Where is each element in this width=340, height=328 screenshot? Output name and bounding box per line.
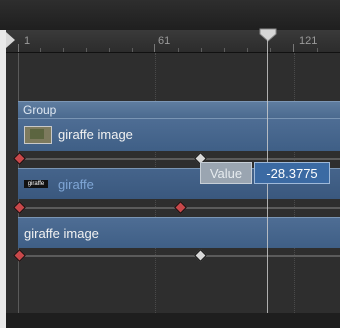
curve-line <box>18 255 340 257</box>
ruler-tick <box>132 48 133 52</box>
group-title: Group <box>23 103 57 117</box>
layer-name: giraffe image <box>24 226 99 241</box>
ruler-tick <box>86 48 87 52</box>
value-field[interactable]: -28.3775 <box>254 162 330 184</box>
toolbar <box>0 0 340 30</box>
ruler-tick <box>109 48 110 52</box>
ruler-label-121: 121 <box>299 35 318 47</box>
keyframe-curve-row[interactable] <box>13 201 340 215</box>
ruler-tick <box>247 48 248 52</box>
ruler-tick <box>224 48 225 52</box>
ruler-label-1: 1 <box>24 35 31 47</box>
ruler-label-61: 61 <box>158 35 171 47</box>
layer-row-giraffe-image[interactable]: giraffe image <box>18 118 340 151</box>
ruler-tick <box>63 48 64 52</box>
ruler-tick <box>293 44 294 52</box>
playhead-icon[interactable] <box>259 28 277 42</box>
layer-name: giraffe image <box>58 127 133 142</box>
ruler-tick <box>317 48 318 52</box>
value-editor[interactable]: Value -28.3775 <box>200 162 330 184</box>
text-thumbnail: giraffe <box>24 180 48 188</box>
bottom-scrollbar[interactable] <box>6 313 340 328</box>
ruler-tick <box>201 48 202 52</box>
keyframe-icon[interactable] <box>174 201 187 214</box>
keyframe-curve-row[interactable] <box>13 249 340 263</box>
timeline-window: 1 61 121 Group giraffe image giraffe gir… <box>0 0 340 328</box>
ruler-tick <box>154 44 155 52</box>
layer-name: giraffe <box>58 177 94 192</box>
value-label: Value <box>200 162 252 184</box>
ruler-tick <box>18 44 19 52</box>
time-ruler[interactable]: 1 61 121 <box>6 30 340 53</box>
image-thumbnail <box>24 126 52 144</box>
layer-row-giraffe-image-2[interactable]: giraffe image <box>18 217 340 248</box>
ruler-tick <box>270 48 271 52</box>
ruler-tick <box>40 48 41 52</box>
curve-line <box>18 158 340 160</box>
keyframe-icon[interactable] <box>194 249 207 262</box>
ruler-tick <box>178 48 179 52</box>
group-header[interactable]: Group <box>18 101 340 118</box>
start-marker-icon[interactable] <box>6 32 15 48</box>
